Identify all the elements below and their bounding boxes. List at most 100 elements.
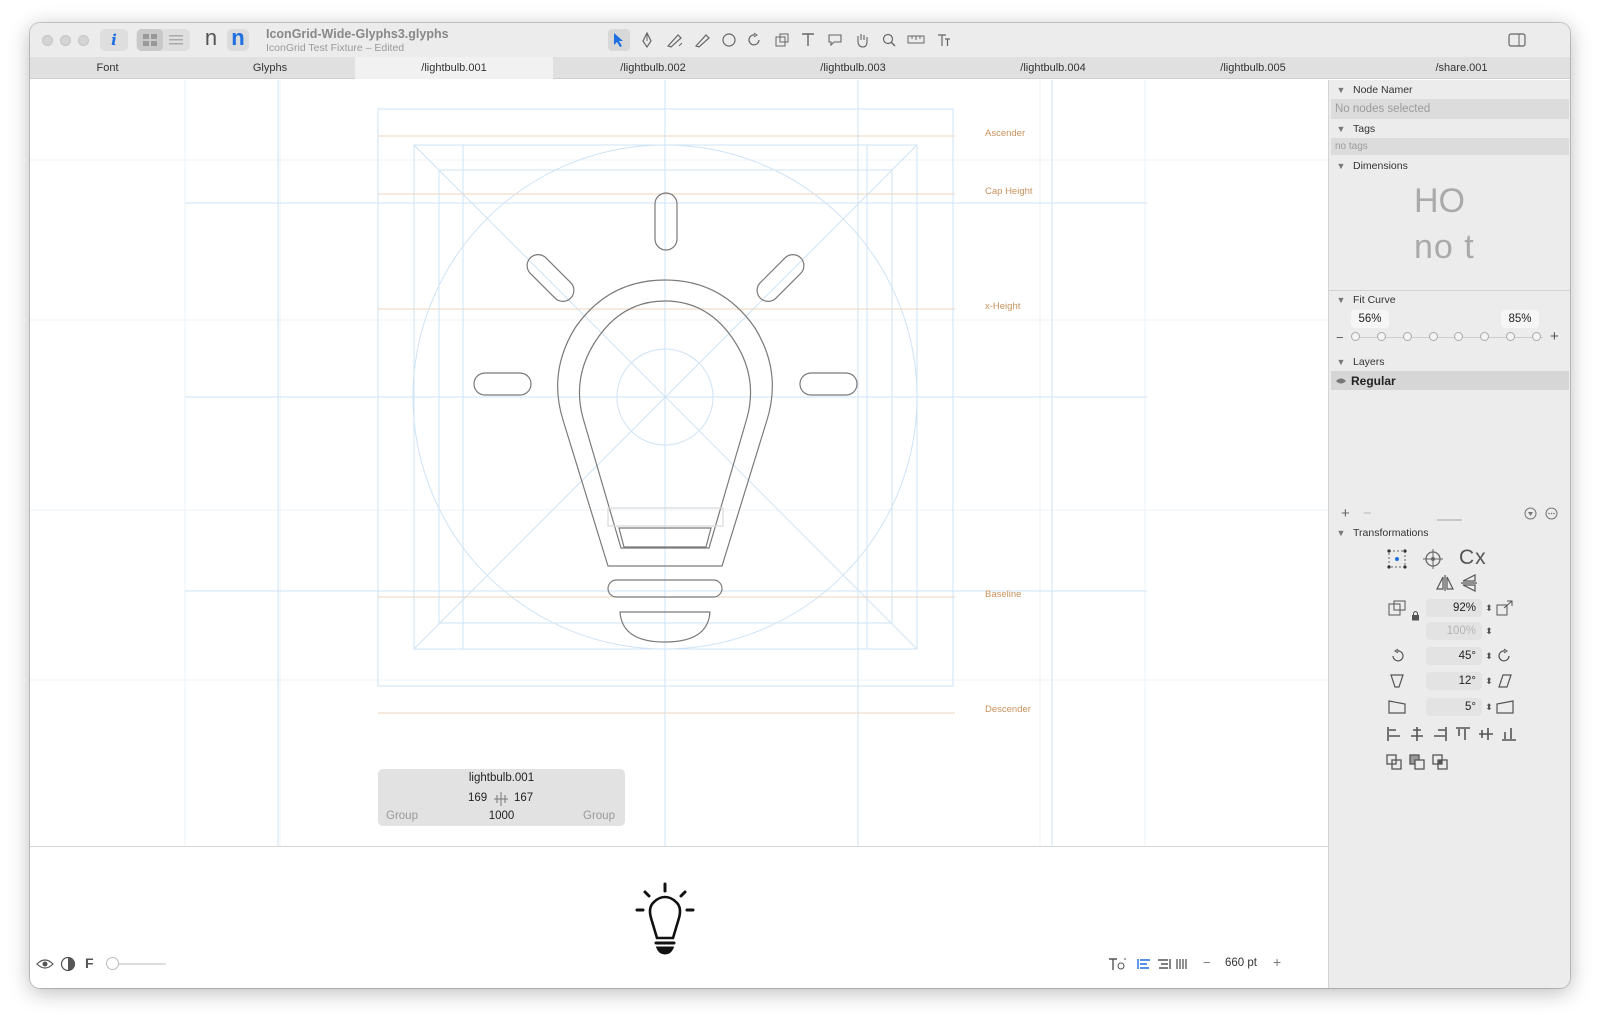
- rotate-cw-icon[interactable]: [1495, 647, 1515, 665]
- scale-tool-icon[interactable]: [771, 29, 793, 51]
- rotate-tool-icon[interactable]: [744, 29, 766, 51]
- rotate-field[interactable]: 45°: [1426, 647, 1482, 665]
- glyph-name-field[interactable]: lightbulb.001: [378, 772, 625, 784]
- scale-stepper-icon[interactable]: ⬍: [1484, 599, 1494, 617]
- tab-share-001[interactable]: /share.001: [1353, 57, 1570, 79]
- tags-input[interactable]: no tags: [1331, 138, 1569, 155]
- skew-field[interactable]: 5°: [1426, 698, 1482, 716]
- tags-header[interactable]: ▼ Tags: [1329, 120, 1570, 138]
- list-view-icon[interactable]: [163, 29, 189, 51]
- view-mode-control[interactable]: [136, 29, 190, 51]
- layers-header[interactable]: ▼ Layers: [1329, 353, 1570, 371]
- align-bottom-edge-icon[interactable]: [1500, 725, 1518, 743]
- layer-item[interactable]: Regular: [1331, 371, 1569, 390]
- layer-options-icon[interactable]: [1523, 506, 1537, 520]
- custom-origin-cx-label[interactable]: Cx: [1459, 546, 1487, 570]
- right-group-field[interactable]: Group: [583, 810, 615, 822]
- align-left-edge-icon[interactable]: [1385, 725, 1403, 743]
- text-options-icon[interactable]: [1108, 956, 1128, 972]
- eye-icon[interactable]: [36, 956, 54, 972]
- rotate-stepper-icon[interactable]: ⬍: [1484, 647, 1494, 665]
- scale-down-icon[interactable]: [1387, 599, 1407, 617]
- fit-curve-min-field[interactable]: 56%: [1351, 310, 1389, 328]
- mirror-vertical-icon[interactable]: [1459, 573, 1479, 593]
- minimize-window-button[interactable]: [60, 35, 71, 46]
- tab-lightbulb-003[interactable]: /lightbulb.003: [753, 57, 953, 79]
- fit-curve-max-field[interactable]: 85%: [1501, 310, 1539, 328]
- align-right-icon[interactable]: [1156, 956, 1172, 972]
- tab-lightbulb-002[interactable]: /lightbulb.002: [553, 57, 753, 79]
- align-top-edge-icon[interactable]: [1454, 725, 1472, 743]
- layer-eye-icon[interactable]: [1331, 377, 1351, 385]
- dimensions-header[interactable]: ▼ Dimensions: [1329, 157, 1570, 175]
- align-vertical-center-icon[interactable]: [1477, 725, 1495, 743]
- node-name-input[interactable]: No nodes selected: [1331, 99, 1569, 119]
- slant-field[interactable]: 12°: [1426, 672, 1482, 690]
- text-tool-icon[interactable]: [797, 29, 819, 51]
- type-tool-icon[interactable]: [933, 29, 955, 51]
- pen-tool-icon[interactable]: [636, 29, 658, 51]
- remove-layer-button[interactable]: −: [1363, 505, 1372, 522]
- info-button[interactable]: i: [100, 29, 128, 51]
- bounding-box-origin-icon[interactable]: [1385, 547, 1409, 571]
- grid-view-icon[interactable]: [137, 29, 163, 51]
- subtract-icon[interactable]: [1408, 753, 1426, 771]
- slant-stepper-icon[interactable]: ⬍: [1484, 672, 1494, 690]
- fit-curve-plus-button[interactable]: +: [1550, 328, 1559, 345]
- skew-right-icon[interactable]: [1495, 698, 1515, 716]
- glyph-view-plain-button[interactable]: n: [200, 27, 222, 51]
- hand-tool-icon[interactable]: [851, 29, 873, 51]
- measure-tool-icon[interactable]: [905, 29, 927, 51]
- draw-tool-icon[interactable]: [664, 29, 686, 51]
- annotation-tool-icon[interactable]: [824, 29, 846, 51]
- align-right-edge-icon[interactable]: [1431, 725, 1449, 743]
- fit-curve-minus-button[interactable]: −: [1336, 330, 1344, 345]
- node-namer-header[interactable]: ▼ Node Namer: [1329, 81, 1570, 99]
- tab-lightbulb-004[interactable]: /lightbulb.004: [953, 57, 1153, 79]
- zoom-tool-icon[interactable]: [878, 29, 900, 51]
- sidebar-toggle-icon[interactable]: [1506, 29, 1528, 51]
- align-horizontal-center-icon[interactable]: [1408, 725, 1426, 743]
- center-origin-icon[interactable]: [1421, 547, 1445, 571]
- scale-y-field[interactable]: 100%: [1426, 622, 1482, 640]
- transformations-header[interactable]: ▼ Transformations: [1329, 524, 1570, 542]
- layers-resize-handle[interactable]: [1437, 519, 1462, 521]
- primitives-tool-icon[interactable]: [719, 29, 741, 51]
- zoom-slider-thumb[interactable]: [106, 957, 119, 970]
- layer-more-icon[interactable]: [1544, 506, 1558, 520]
- mirror-horizontal-icon[interactable]: [1435, 573, 1455, 593]
- fit-curve-header[interactable]: ▼ Fit Curve: [1329, 291, 1570, 309]
- glyph-view-bold-button[interactable]: n: [227, 27, 249, 51]
- glyph-edit-canvas[interactable]: Ascender Cap Height x-Height Baseline De…: [30, 80, 1328, 846]
- tab-glyphs[interactable]: Glyphs: [185, 57, 355, 79]
- lock-icon[interactable]: [1409, 609, 1421, 621]
- tab-lightbulb-001[interactable]: /lightbulb.001: [355, 57, 553, 79]
- scale-field[interactable]: 92%: [1426, 599, 1482, 617]
- tab-font[interactable]: Font: [30, 57, 185, 79]
- size-decrease-button[interactable]: −: [1203, 955, 1211, 970]
- skew-left-icon[interactable]: [1387, 698, 1407, 716]
- align-left-icon[interactable]: [1136, 956, 1152, 972]
- lsb-field[interactable]: 169: [468, 792, 487, 804]
- zoom-window-button[interactable]: [78, 35, 89, 46]
- tab-lightbulb-005[interactable]: /lightbulb.005: [1153, 57, 1353, 79]
- vertical-text-icon[interactable]: [1174, 956, 1190, 972]
- contrast-icon[interactable]: [60, 956, 76, 972]
- font-f-label[interactable]: F: [85, 955, 94, 971]
- scale-y-stepper-icon[interactable]: ⬍: [1484, 622, 1494, 640]
- rotate-ccw-icon[interactable]: [1387, 647, 1407, 665]
- scale-up-icon[interactable]: [1495, 599, 1515, 617]
- size-increase-button[interactable]: +: [1273, 954, 1281, 970]
- close-window-button[interactable]: [42, 35, 53, 46]
- rsb-field[interactable]: 167: [514, 792, 533, 804]
- select-tool-icon[interactable]: [608, 29, 630, 51]
- union-icon[interactable]: [1385, 753, 1403, 771]
- slant-right-icon[interactable]: [1495, 672, 1515, 690]
- size-field[interactable]: 660 pt: [1225, 957, 1257, 969]
- intersect-icon[interactable]: [1431, 753, 1449, 771]
- add-layer-button[interactable]: +: [1341, 505, 1350, 522]
- skew-stepper-icon[interactable]: ⬍: [1484, 698, 1494, 716]
- pencil-tool-icon[interactable]: [692, 29, 714, 51]
- slant-left-icon[interactable]: [1387, 672, 1407, 690]
- fit-curve-steps[interactable]: [1351, 332, 1541, 342]
